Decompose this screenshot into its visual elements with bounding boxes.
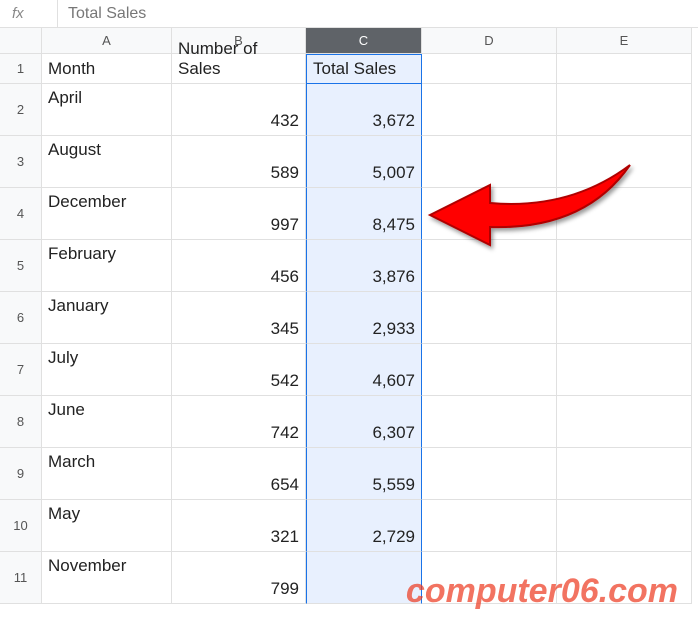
cell-a11[interactable]: November bbox=[42, 552, 172, 604]
cell-c9[interactable]: 5,559 bbox=[306, 448, 422, 500]
row-header-11[interactable]: 11 bbox=[0, 552, 42, 604]
cell-a9[interactable]: March bbox=[42, 448, 172, 500]
cell-d10[interactable] bbox=[422, 500, 557, 552]
cell-b10[interactable]: 321 bbox=[172, 500, 306, 552]
cell-e3[interactable] bbox=[557, 136, 692, 188]
cell-a8[interactable]: June bbox=[42, 396, 172, 448]
row-header-1[interactable]: 1 bbox=[0, 54, 42, 84]
cell-e1[interactable] bbox=[557, 54, 692, 84]
cell-a6[interactable]: January bbox=[42, 292, 172, 344]
cell-e6[interactable] bbox=[557, 292, 692, 344]
cell-e9[interactable] bbox=[557, 448, 692, 500]
cell-d8[interactable] bbox=[422, 396, 557, 448]
cell-c10[interactable]: 2,729 bbox=[306, 500, 422, 552]
formula-input[interactable] bbox=[58, 0, 698, 27]
cell-b4[interactable]: 997 bbox=[172, 188, 306, 240]
grid-corner[interactable] bbox=[0, 28, 42, 54]
cell-e4[interactable] bbox=[557, 188, 692, 240]
row-header-8[interactable]: 8 bbox=[0, 396, 42, 448]
cell-a7[interactable]: July bbox=[42, 344, 172, 396]
col-header-c[interactable]: C bbox=[306, 28, 422, 54]
cell-c1[interactable]: Total Sales bbox=[306, 54, 422, 84]
row-header-3[interactable]: 3 bbox=[0, 136, 42, 188]
cell-e8[interactable] bbox=[557, 396, 692, 448]
cell-b9[interactable]: 654 bbox=[172, 448, 306, 500]
cell-e7[interactable] bbox=[557, 344, 692, 396]
cell-d6[interactable] bbox=[422, 292, 557, 344]
col-header-d[interactable]: D bbox=[422, 28, 557, 54]
cell-c8[interactable]: 6,307 bbox=[306, 396, 422, 448]
cell-d3[interactable] bbox=[422, 136, 557, 188]
cell-a3[interactable]: August bbox=[42, 136, 172, 188]
cell-c11[interactable] bbox=[306, 552, 422, 604]
cell-a4[interactable]: December bbox=[42, 188, 172, 240]
row-header-4[interactable]: 4 bbox=[0, 188, 42, 240]
row-header-6[interactable]: 6 bbox=[0, 292, 42, 344]
cell-b8[interactable]: 742 bbox=[172, 396, 306, 448]
cell-d4[interactable] bbox=[422, 188, 557, 240]
cell-b7[interactable]: 542 bbox=[172, 344, 306, 396]
cell-b2[interactable]: 432 bbox=[172, 84, 306, 136]
cell-e10[interactable] bbox=[557, 500, 692, 552]
cell-d1[interactable] bbox=[422, 54, 557, 84]
cell-e11[interactable] bbox=[557, 552, 692, 604]
cell-c6[interactable]: 2,933 bbox=[306, 292, 422, 344]
cell-d11[interactable] bbox=[422, 552, 557, 604]
cell-d2[interactable] bbox=[422, 84, 557, 136]
fx-icon: fx bbox=[8, 0, 58, 27]
spreadsheet-grid[interactable]: A B C D E 1 Month Number of Sales Total … bbox=[0, 28, 698, 604]
cell-c5[interactable]: 3,876 bbox=[306, 240, 422, 292]
cell-b1[interactable]: Number of Sales bbox=[172, 54, 306, 84]
formula-bar: fx bbox=[0, 0, 698, 28]
cell-d7[interactable] bbox=[422, 344, 557, 396]
col-header-a[interactable]: A bbox=[42, 28, 172, 54]
row-header-10[interactable]: 10 bbox=[0, 500, 42, 552]
row-header-7[interactable]: 7 bbox=[0, 344, 42, 396]
cell-b6[interactable]: 345 bbox=[172, 292, 306, 344]
cell-b11[interactable]: 799 bbox=[172, 552, 306, 604]
cell-b5[interactable]: 456 bbox=[172, 240, 306, 292]
cell-c4[interactable]: 8,475 bbox=[306, 188, 422, 240]
cell-e5[interactable] bbox=[557, 240, 692, 292]
cell-e2[interactable] bbox=[557, 84, 692, 136]
cell-a2[interactable]: April bbox=[42, 84, 172, 136]
cell-c2[interactable]: 3,672 bbox=[306, 84, 422, 136]
cell-d5[interactable] bbox=[422, 240, 557, 292]
cell-a1[interactable]: Month bbox=[42, 54, 172, 84]
row-header-9[interactable]: 9 bbox=[0, 448, 42, 500]
cell-b3[interactable]: 589 bbox=[172, 136, 306, 188]
cell-c7[interactable]: 4,607 bbox=[306, 344, 422, 396]
row-header-5[interactable]: 5 bbox=[0, 240, 42, 292]
cell-c3[interactable]: 5,007 bbox=[306, 136, 422, 188]
col-header-e[interactable]: E bbox=[557, 28, 692, 54]
row-header-2[interactable]: 2 bbox=[0, 84, 42, 136]
cell-d9[interactable] bbox=[422, 448, 557, 500]
cell-a10[interactable]: May bbox=[42, 500, 172, 552]
cell-a5[interactable]: February bbox=[42, 240, 172, 292]
